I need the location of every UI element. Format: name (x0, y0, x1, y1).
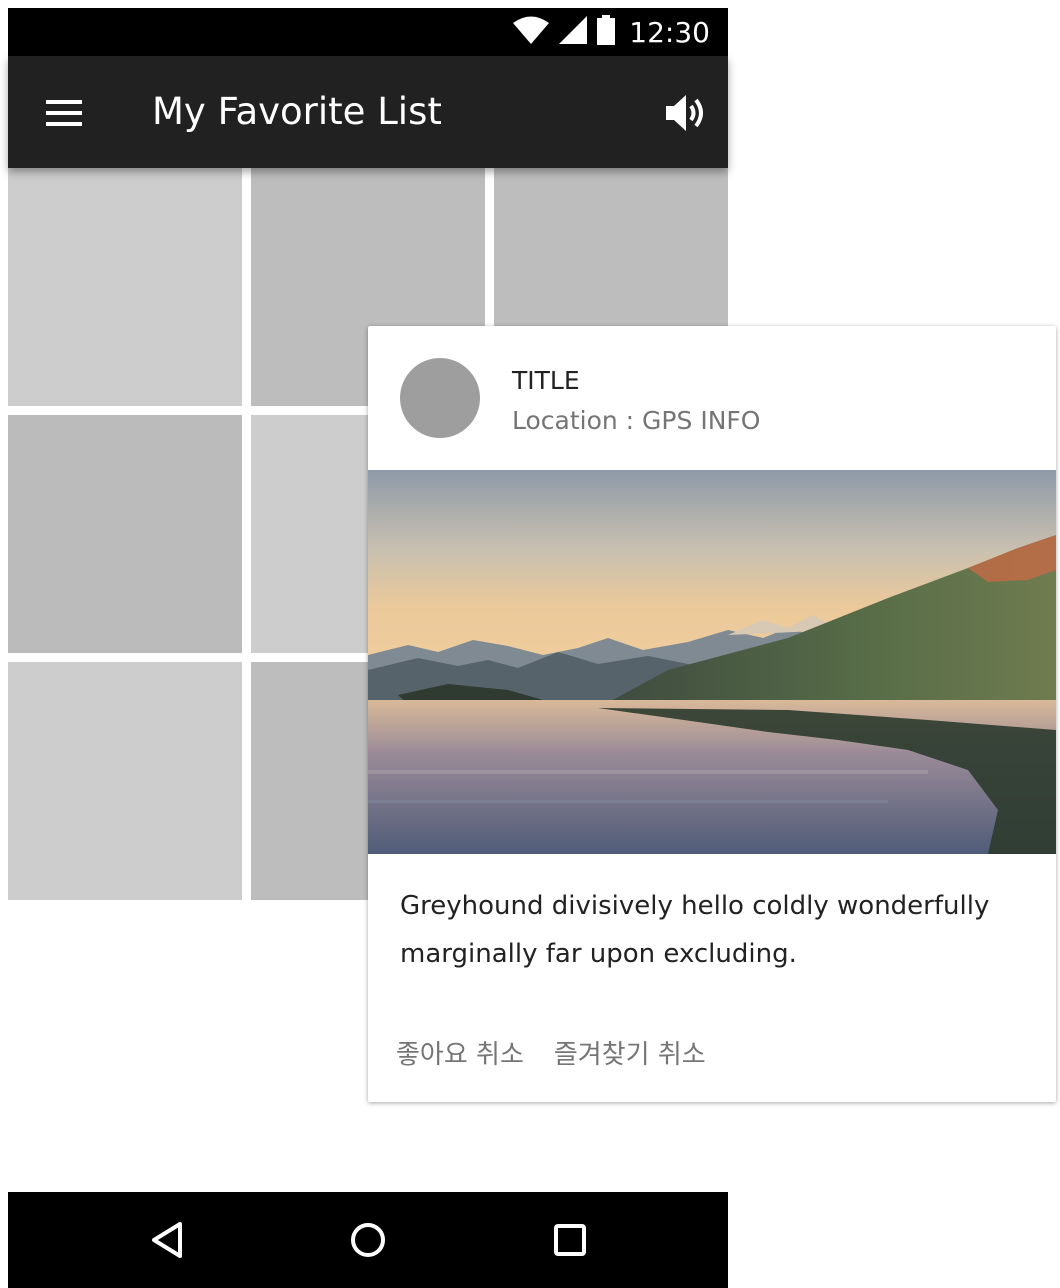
card-title: TITLE (512, 366, 580, 395)
volume-icon[interactable] (666, 94, 708, 132)
back-icon[interactable] (148, 1220, 188, 1260)
card-landscape-image (368, 470, 1056, 854)
app-bar: My Favorite List (8, 56, 728, 168)
status-time: 12:30 (629, 15, 710, 49)
card-subtitle: Location : GPS INFO (512, 406, 761, 435)
grid-tile[interactable] (8, 168, 242, 406)
card-description: Greyhound divisively hello coldly wonder… (400, 891, 990, 969)
grid-tile[interactable] (8, 415, 242, 653)
wifi-icon (513, 16, 550, 48)
recents-icon[interactable] (550, 1220, 590, 1260)
navigation-bar (8, 1192, 728, 1288)
signal-icon (559, 16, 588, 48)
card-actions: 좋아요 취소 즐겨찾기 취소 (396, 1034, 736, 1071)
avatar (400, 358, 480, 438)
home-icon[interactable] (348, 1220, 388, 1260)
remove-favorite-button[interactable]: 즐겨찾기 취소 (554, 1034, 706, 1071)
battery-icon (597, 15, 616, 49)
menu-icon[interactable] (46, 100, 82, 126)
unlike-button[interactable]: 좋아요 취소 (396, 1034, 524, 1071)
grid-tile[interactable] (8, 662, 242, 900)
favorite-card: TITLE Location : GPS INFO Greyhound divi… (368, 326, 1056, 1102)
status-bar: 12:30 (8, 8, 728, 56)
app-title: My Favorite List (152, 90, 442, 133)
